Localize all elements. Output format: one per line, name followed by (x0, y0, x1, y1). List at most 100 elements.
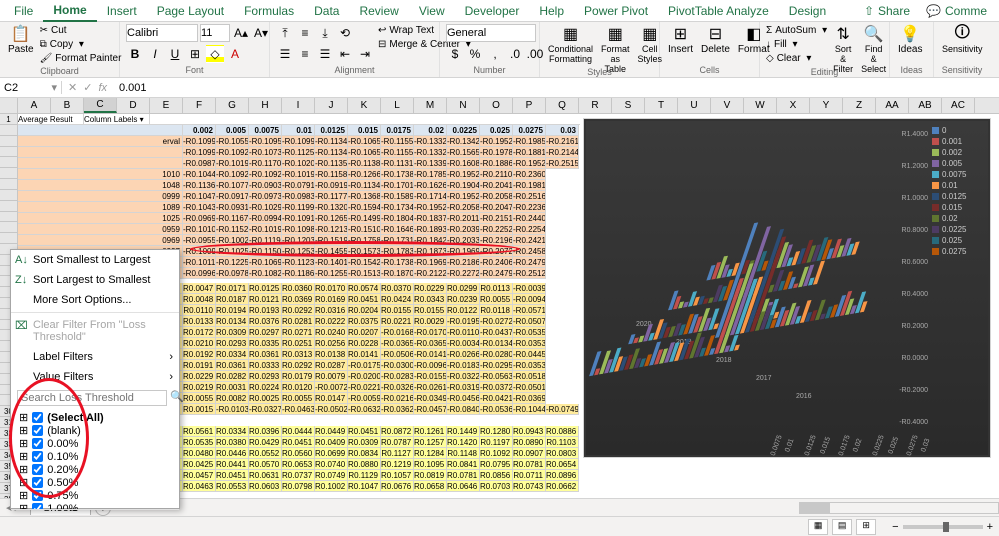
data-cell[interactable]: -R0.2041 (480, 180, 513, 191)
data-cell[interactable]: -R0.1978 (480, 147, 513, 158)
col-header-K[interactable]: K (348, 98, 381, 113)
data-cell[interactable]: -R0.0996 (183, 268, 216, 279)
data-cell[interactable]: -R0.1842 (414, 235, 447, 246)
data-cell[interactable]: R0.0282 (216, 371, 249, 382)
data-cell[interactable]: R0.0293 (216, 338, 249, 349)
data-cell[interactable]: -R0.1758 (348, 235, 381, 246)
data-cell[interactable]: -R0.0183 (447, 360, 480, 371)
data-cell[interactable]: -R0.2236 (513, 202, 546, 213)
data-cell[interactable]: -R0.1542 (348, 257, 381, 268)
orientation-button[interactable]: ⟲ (336, 24, 354, 42)
clear-button[interactable]: ◇Clear ▾ (766, 52, 827, 65)
data-cell[interactable]: -R0.1401 (315, 257, 348, 268)
data-cell[interactable]: R0.0031 (216, 382, 249, 393)
tab-help[interactable]: Help (529, 1, 574, 21)
data-cell[interactable]: -R0.0507 (513, 316, 546, 327)
data-cell[interactable]: R0.0451 (348, 294, 381, 305)
data-cell[interactable]: -R0.0110 (447, 327, 480, 338)
data-cell[interactable]: R0.0120 (282, 382, 315, 393)
data-cell[interactable]: -R0.1565 (447, 147, 480, 158)
tab-review[interactable]: Review (349, 1, 408, 21)
data-cell[interactable]: -R0.1155 (381, 147, 414, 158)
data-cell[interactable]: -R0.1136 (183, 180, 216, 191)
data-cell[interactable]: -R0.1186 (282, 268, 315, 279)
data-cell[interactable]: R0.0293 (249, 371, 282, 382)
data-cell[interactable]: -R0.1952 (513, 158, 546, 169)
data-cell[interactable]: -R0.0059 (348, 393, 381, 404)
data-cell[interactable]: -R0.0353 (513, 338, 546, 349)
data-cell[interactable]: -R0.0168 (381, 327, 414, 338)
data-cell[interactable]: -R0.0200 (348, 371, 381, 382)
normal-view-button[interactable]: ▦ (808, 519, 828, 535)
col-header-G[interactable]: G (216, 98, 249, 113)
row-header[interactable] (0, 157, 17, 168)
data-cell[interactable]: -R0.0353 (513, 360, 546, 371)
data-cell[interactable]: R0.0334 (216, 349, 249, 360)
data-cell[interactable]: -R0.1135 (315, 158, 348, 169)
row-header[interactable] (0, 179, 17, 190)
data-cell[interactable]: -R0.1065 (348, 136, 381, 147)
data-cell[interactable]: R0.0333 (249, 360, 282, 371)
data-cell[interactable]: -R0.0506 (381, 349, 414, 360)
data-cell[interactable]: R0.0171 (216, 283, 249, 294)
col-header-R[interactable]: R (579, 98, 612, 113)
data-cell[interactable]: R0.0219 (183, 382, 216, 393)
data-cell[interactable]: -R0.0175 (348, 360, 381, 371)
data-cell[interactable]: R0.0025 (249, 393, 282, 404)
data-cell[interactable]: R0.0118 (480, 305, 513, 316)
data-cell[interactable]: -R0.2110 (480, 169, 513, 180)
data-cell[interactable]: -R0.1904 (447, 180, 480, 191)
data-cell[interactable]: -R0.1152 (216, 224, 249, 235)
data-cell[interactable]: -R0.1011 (183, 257, 216, 268)
data-cell[interactable]: -R0.2479 (513, 257, 546, 268)
data-cell[interactable]: -R0.1138 (348, 158, 381, 169)
data-cell[interactable]: R0.0187 (216, 294, 249, 305)
data-cell[interactable]: R0.0316 (315, 305, 348, 316)
tab-developer[interactable]: Developer (455, 1, 530, 21)
data-cell[interactable]: -R0.1626 (414, 180, 447, 191)
underline-button[interactable]: U (166, 45, 184, 63)
tab-pivottable-analyze[interactable]: PivotTable Analyze (658, 1, 779, 21)
filter-item[interactable]: ⊞1.00% (19, 502, 175, 509)
data-cell[interactable]: -R0.1513 (348, 268, 381, 279)
data-cell[interactable]: -R0.1158 (315, 169, 348, 180)
data-cell[interactable]: R0.0207 (348, 327, 381, 338)
align-middle-button[interactable]: ≡ (296, 24, 314, 42)
data-cell[interactable]: -R0.1019 (282, 169, 315, 180)
increase-decimal-button[interactable]: .0 (506, 45, 524, 63)
font-name-select[interactable] (126, 24, 198, 42)
data-cell[interactable]: R0.0082 (216, 393, 249, 404)
data-cell[interactable]: R0.0172 (183, 327, 216, 338)
conditional-formatting-button[interactable]: ▦Conditional Formatting (546, 24, 595, 64)
data-cell[interactable]: -R0.0280 (480, 349, 513, 360)
data-cell[interactable]: -R0.0369 (513, 393, 546, 404)
data-cell[interactable]: -R0.0973 (249, 191, 282, 202)
data-cell[interactable]: R0.0110 (183, 305, 216, 316)
data-cell[interactable]: -R0.1069 (249, 257, 282, 268)
zoom-slider[interactable] (903, 525, 983, 529)
data-cell[interactable]: -R0.1785 (414, 169, 447, 180)
data-cell[interactable]: -R0.2360 (513, 169, 546, 180)
copy-button[interactable]: ⧉Copy ▾ (40, 38, 122, 51)
insert-cells-button[interactable]: ⊞Insert (666, 24, 695, 55)
data-cell[interactable]: -R0.2440 (513, 213, 546, 224)
data-cell[interactable]: -R0.1342 (447, 136, 480, 147)
data-cell[interactable]: R0.0155 (381, 305, 414, 316)
data-cell[interactable]: -R0.0221 (348, 382, 381, 393)
data-cell[interactable]: -R0.2406 (480, 257, 513, 268)
data-cell[interactable]: -R0.1019 (216, 158, 249, 169)
data-cell[interactable]: -R0.2196 (480, 235, 513, 246)
data-cell[interactable]: -R0.2033 (447, 235, 480, 246)
col-header-C[interactable]: C (84, 98, 117, 113)
data-cell[interactable]: R0.0029 (414, 316, 447, 327)
col-header-W[interactable]: W (744, 98, 777, 113)
data-cell[interactable]: -R0.1123 (282, 257, 315, 268)
data-cell[interactable]: -R0.1043 (183, 202, 216, 213)
data-cell[interactable]: -R0.1738 (381, 257, 414, 268)
row-header[interactable] (0, 147, 17, 158)
data-cell[interactable]: -R0.1952 (447, 191, 480, 202)
data-cell[interactable]: -R0.0272 (480, 316, 513, 327)
data-cell[interactable]: -R0.1155 (381, 136, 414, 147)
comma-button[interactable]: , (486, 45, 504, 63)
data-cell[interactable]: R0.0122 (447, 305, 480, 316)
